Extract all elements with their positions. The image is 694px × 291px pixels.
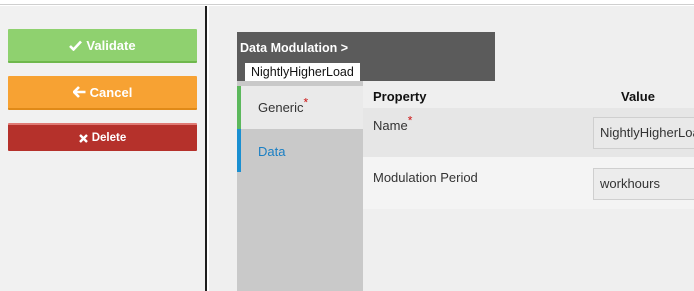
check-icon — [69, 40, 83, 51]
delete-label: Delete — [91, 132, 127, 144]
required-marker: * — [407, 113, 413, 128]
property-label-modulation-period: Modulation Period — [373, 170, 478, 185]
name-field[interactable]: NightlyHigherLoad — [593, 117, 694, 149]
table-row: Modulation Period workhours — [363, 157, 694, 209]
validate-label: Validate — [86, 37, 136, 53]
table-row: Name* NightlyHigherLoad — [363, 108, 694, 157]
modulation-period-field[interactable]: workhours — [593, 168, 694, 200]
cancel-button[interactable]: Cancel — [8, 76, 197, 110]
top-border — [0, 0, 694, 5]
cancel-label: Cancel — [89, 84, 133, 100]
required-marker: * — [303, 95, 309, 110]
tab-data-label: Data — [258, 144, 286, 159]
tab-generic[interactable]: Generic* — [237, 86, 363, 129]
property-table: Property Value Name* NightlyHigherLoad M… — [363, 86, 694, 291]
breadcrumb: Data Modulation > — [240, 41, 348, 55]
entity-header: Data Modulation > NightlyHigherLoad — [237, 32, 495, 81]
arrow-left-icon — [72, 86, 86, 98]
close-icon — [78, 133, 88, 143]
validate-button[interactable]: Validate — [8, 29, 197, 63]
tab-data[interactable]: Data — [237, 129, 363, 172]
action-sidebar: Validate Cancel Delete — [0, 6, 207, 291]
editor-panel: Data Modulation > NightlyHigherLoad Gene… — [209, 6, 694, 291]
property-label-name: Name — [373, 118, 408, 133]
column-header-property: Property — [373, 89, 427, 104]
column-header-value: Value — [621, 89, 655, 104]
tab-generic-label: Generic — [258, 100, 304, 115]
tab-list: Generic* Data — [237, 81, 363, 291]
entity-name-badge: NightlyHigherLoad — [245, 63, 360, 81]
delete-button[interactable]: Delete — [8, 123, 197, 151]
